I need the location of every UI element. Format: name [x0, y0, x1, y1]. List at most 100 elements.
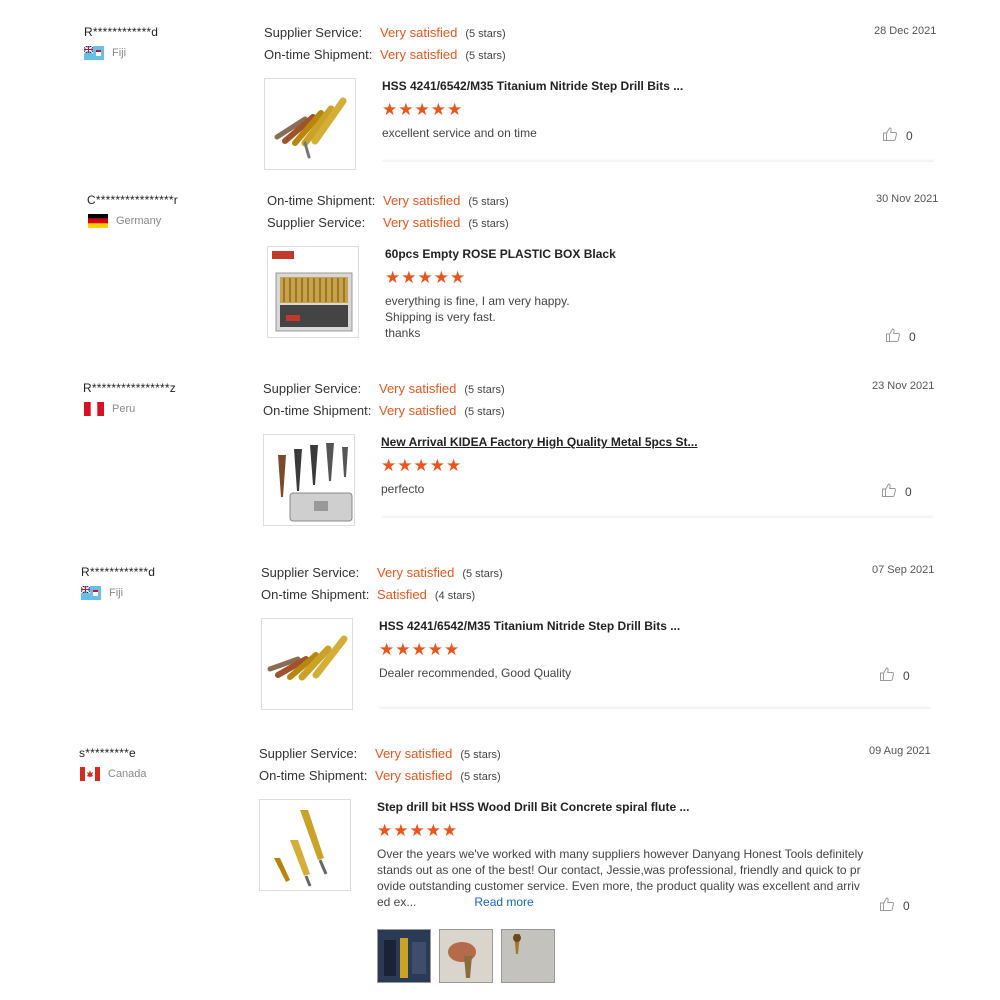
star-icon: ★: [381, 456, 397, 475]
product-title-link[interactable]: HSS 4241/6542/M35 Titanium Nitride Step …: [382, 79, 683, 93]
rating-count: (5 stars): [462, 568, 503, 580]
thumbs-up-icon: [879, 896, 895, 915]
product-title-link[interactable]: New Arrival KIDEA Factory High Quality M…: [381, 435, 698, 449]
like-button[interactable]: 0: [885, 327, 916, 346]
rating-value: Very satisfied: [380, 47, 458, 62]
star-icon: ★: [414, 100, 430, 119]
product-thumbnail[interactable]: [261, 618, 353, 710]
shipment-rating: On-time Shipment: Very satisfied (5 star…: [263, 403, 505, 418]
product-title-link[interactable]: 60pcs Empty ROSE PLASTIC BOX Black: [385, 247, 616, 261]
star-icon: ★: [427, 640, 443, 659]
reviewer-name: R************d: [81, 565, 156, 579]
rating-label: On-time Shipment:: [261, 587, 370, 602]
star-rating: ★ ★ ★ ★ ★: [379, 641, 459, 658]
star-icon: ★: [413, 456, 429, 475]
star-icon: ★: [411, 640, 427, 659]
star-icon: ★: [409, 821, 425, 840]
like-button[interactable]: 0: [879, 896, 910, 915]
product-title-link[interactable]: Step drill bit HSS Wood Drill Bit Concre…: [377, 800, 689, 814]
thumbs-up-icon: [879, 666, 895, 685]
product-thumbnail[interactable]: [267, 246, 359, 338]
review-comment: Over the years we've worked with many su…: [377, 846, 887, 910]
star-icon: ★: [433, 268, 449, 287]
review-comment: Dealer recommended, Good Quality: [379, 665, 571, 681]
comment-line: perfecto: [381, 482, 425, 496]
reviewer-country: Fiji: [81, 586, 123, 600]
reviewer-name: C****************r: [87, 193, 178, 207]
supplier-service-rating: Supplier Service: Very satisfied (5 star…: [259, 746, 501, 761]
like-count: 0: [903, 668, 910, 683]
rating-label: Supplier Service:: [263, 381, 362, 396]
rating-label: On-time Shipment:: [264, 47, 373, 62]
star-rating: ★ ★ ★ ★ ★: [385, 269, 465, 286]
rating-value: Very satisfied: [375, 746, 453, 761]
star-icon: ★: [401, 268, 417, 287]
star-icon: ★: [379, 640, 395, 659]
fiji-flag-icon: [81, 586, 101, 600]
country-label: Canada: [108, 768, 147, 780]
star-icon: ★: [398, 100, 414, 119]
rating-value: Very satisfied: [379, 403, 457, 418]
rating-value: Very satisfied: [377, 565, 455, 580]
reviewer-name: R************d: [84, 25, 159, 39]
rating-count: (5 stars): [460, 771, 501, 783]
product-thumbnail[interactable]: [264, 78, 356, 170]
star-icon: ★: [377, 821, 393, 840]
rating-count: (5 stars): [464, 384, 505, 396]
rating-count: (5 stars): [464, 406, 505, 418]
comment-line-text: ed ex...: [377, 895, 417, 909]
shipment-rating: On-time Shipment: Very satisfied (5 star…: [259, 768, 501, 783]
shipment-rating: On-time Shipment: Very satisfied (5 star…: [264, 47, 506, 62]
star-icon: ★: [393, 821, 409, 840]
product-thumbnail[interactable]: [263, 434, 355, 526]
like-button[interactable]: 0: [879, 666, 910, 685]
product-thumbnail[interactable]: [259, 799, 351, 891]
rating-value: Very satisfied: [375, 768, 453, 783]
comment-line: Over the years we've worked with many su…: [377, 847, 864, 861]
like-button[interactable]: 0: [882, 126, 913, 145]
star-icon: ★: [425, 821, 441, 840]
comment-line: everything is fine, I am very happy.: [385, 294, 570, 308]
fiji-flag-icon: [84, 46, 104, 60]
star-rating: ★ ★ ★ ★ ★: [377, 822, 457, 839]
rating-count: (5 stars): [460, 749, 501, 761]
divider: [382, 158, 934, 162]
comment-line: Shipping is very fast.: [385, 310, 496, 324]
review-date: 28 Dec 2021: [874, 25, 937, 37]
canada-flag-icon: [80, 767, 100, 781]
rating-count: (4 stars): [434, 590, 476, 602]
review-comment: excellent service and on time: [382, 125, 537, 141]
comment-line: ed ex... Read more: [377, 894, 887, 910]
rating-value: Very satisfied: [383, 193, 461, 208]
rating-label: Supplier Service:: [261, 565, 360, 580]
supplier-service-rating: Supplier Service: Very satisfied (5 star…: [263, 381, 505, 396]
thumbs-up-icon: [882, 126, 898, 145]
like-button[interactable]: 0: [881, 482, 912, 501]
comment-line: stands out as one of the best! Our conta…: [377, 863, 861, 877]
read-more-link[interactable]: Read more: [474, 895, 533, 909]
supplier-service-rating: Supplier Service: Very satisfied (5 star…: [264, 25, 506, 40]
star-icon: ★: [447, 100, 463, 119]
star-icon: ★: [397, 456, 413, 475]
review-photo[interactable]: [501, 929, 555, 983]
star-rating: ★ ★ ★ ★ ★: [381, 457, 461, 474]
reviewer-name: R****************z: [83, 381, 176, 395]
rating-value: Very satisfied: [383, 215, 461, 230]
product-title-link[interactable]: HSS 4241/6542/M35 Titanium Nitride Step …: [379, 619, 680, 633]
reviewer-country: Fiji: [84, 46, 126, 60]
review-photo[interactable]: [439, 929, 493, 983]
review-date: 09 Aug 2021: [869, 745, 931, 757]
star-icon: ★: [446, 456, 462, 475]
review-photo[interactable]: [377, 929, 431, 983]
germany-flag-icon: [88, 214, 108, 228]
like-count: 0: [906, 128, 913, 143]
rating-value: Very satisfied: [380, 25, 458, 40]
star-icon: ★: [382, 100, 398, 119]
country-label: Peru: [112, 403, 136, 415]
like-count: 0: [905, 484, 912, 499]
comment-line: thanks: [385, 326, 421, 340]
country-label: Fiji: [109, 587, 124, 599]
country-label: Fiji: [112, 47, 127, 59]
star-rating: ★ ★ ★ ★ ★: [382, 101, 462, 118]
review-date: 30 Nov 2021: [876, 193, 939, 205]
